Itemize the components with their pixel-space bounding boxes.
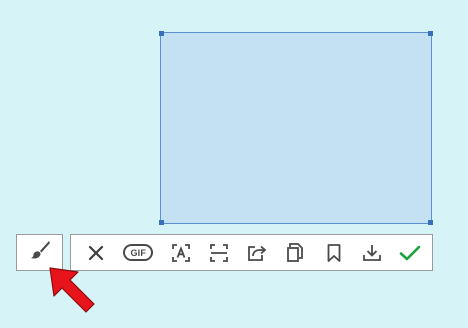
share-button[interactable] — [244, 240, 270, 266]
copy-button[interactable] — [282, 240, 308, 266]
red-arrow-pointer-icon — [44, 262, 100, 318]
confirm-button[interactable] — [397, 240, 423, 266]
bookmark-button[interactable] — [321, 240, 347, 266]
share-icon — [247, 244, 267, 262]
resize-handle-bottom-right[interactable] — [428, 220, 433, 225]
checkmark-icon — [399, 244, 421, 262]
capture-selection[interactable] — [159, 31, 433, 225]
resize-handle-top-right[interactable] — [428, 31, 433, 36]
download-icon — [362, 244, 382, 262]
scroll-capture-button[interactable] — [206, 240, 232, 266]
close-icon — [88, 245, 104, 261]
gif-record-button[interactable]: GIF — [121, 240, 155, 266]
download-button[interactable] — [359, 240, 385, 266]
text-recognition-icon — [171, 243, 190, 262]
ocr-button[interactable] — [168, 240, 194, 266]
capture-toolbar: GIF — [70, 234, 433, 271]
copy-icon — [286, 242, 304, 263]
resize-handle-bottom-left[interactable] — [159, 220, 164, 225]
gif-badge: GIF — [123, 244, 154, 261]
resize-handle-top-left[interactable] — [159, 31, 164, 36]
scroll-capture-icon — [209, 243, 228, 262]
bookmark-icon — [327, 243, 341, 262]
